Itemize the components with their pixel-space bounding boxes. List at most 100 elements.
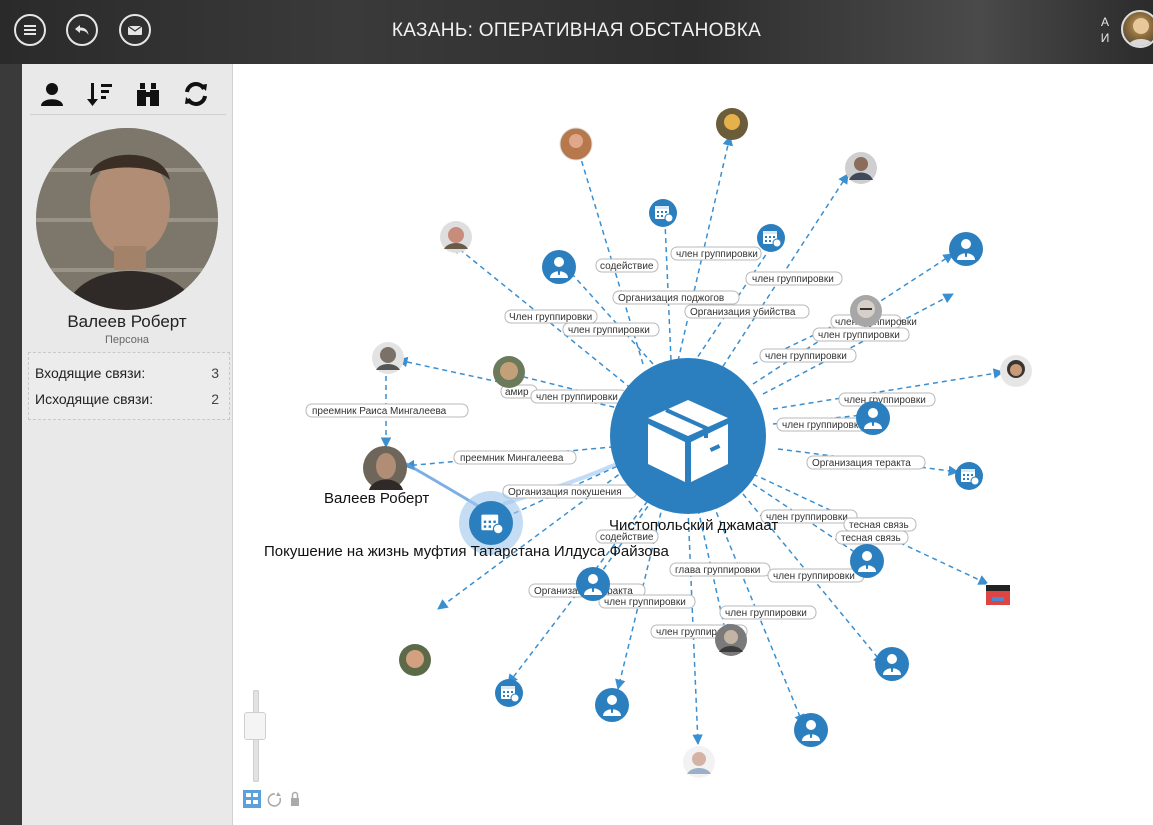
svg-text:Организация убийства: Организация убийства <box>690 306 796 318</box>
svg-text:член группировки: член группировки <box>844 395 926 406</box>
lock-icon[interactable] <box>291 791 299 807</box>
user-initials: А И <box>1098 14 1112 46</box>
svg-text:преемник Раиса Мингалеева: преемник Раиса Мингалеева <box>312 406 447 417</box>
sidebar-toolbar <box>30 76 226 115</box>
edge-label: член группировки <box>759 348 857 363</box>
calendar-event-icon[interactable] <box>648 198 678 228</box>
selected-person-node[interactable] <box>363 446 407 490</box>
graph-layout-icon[interactable] <box>243 790 261 808</box>
svg-text:глава группировки: глава группировки <box>675 565 760 576</box>
photo-node[interactable] <box>716 108 748 140</box>
outgoing-links-label: Исходящие связи: <box>35 391 154 407</box>
person-type: Персона <box>104 334 150 346</box>
edge-label: преемник Мингалеева <box>453 450 577 465</box>
person-node-icon[interactable] <box>856 401 890 435</box>
refresh-icon <box>185 82 207 106</box>
photo-node[interactable] <box>399 644 431 676</box>
details-sidebar: Валеев Роберт Персона Входящие связи: 3 … <box>22 64 233 825</box>
edge-label: Член группировки <box>504 309 598 324</box>
person-node-icon[interactable] <box>875 647 909 681</box>
svg-text:тесная связь: тесная связь <box>849 520 909 531</box>
edge-label: глава группировки <box>669 562 771 577</box>
photo-node[interactable] <box>982 579 1014 611</box>
edge-label: Организация покушения <box>502 484 638 499</box>
person-node-icon[interactable] <box>794 713 828 747</box>
photo-node[interactable] <box>845 152 877 184</box>
photo-node[interactable] <box>559 127 593 161</box>
edge-label: преемник Раиса Мингалеева <box>305 403 469 418</box>
binoculars-icon <box>137 83 159 106</box>
photo-node[interactable] <box>683 746 715 778</box>
selected-person-label: Валеев Роберт <box>324 490 429 507</box>
center-node-label: Чистопольский джамаат <box>609 517 778 534</box>
user-initial-second: И <box>1100 31 1110 45</box>
photo-node[interactable] <box>850 295 882 327</box>
person-node-icon[interactable] <box>949 232 983 266</box>
svg-text:член группировки: член группировки <box>818 330 900 341</box>
rotate-icon[interactable] <box>267 792 282 807</box>
calendar-event-icon[interactable] <box>494 678 524 708</box>
svg-text:Член группировки: Член группировки <box>509 312 592 323</box>
person-node-icon[interactable] <box>542 250 576 284</box>
binoculars-button[interactable] <box>134 80 162 108</box>
svg-text:Организация покушения: Организация покушения <box>508 487 622 498</box>
page-title: КАЗАНЬ: ОПЕРАТИВНАЯ ОБСТАНОВКА <box>391 20 762 41</box>
person-photo <box>36 128 218 310</box>
center-node[interactable] <box>610 358 766 514</box>
svg-text:член группировки: член группировки <box>765 351 847 362</box>
photo-node[interactable] <box>715 624 747 656</box>
photo-node[interactable] <box>440 221 472 253</box>
edge-label: член группировки <box>598 594 696 609</box>
person-node-icon[interactable] <box>595 688 629 722</box>
refresh-button[interactable] <box>182 80 210 108</box>
person-button[interactable] <box>38 80 66 108</box>
sort-button[interactable] <box>86 80 114 108</box>
photo-node[interactable] <box>493 356 525 388</box>
svg-text:член группировки: член группировки <box>782 420 864 431</box>
edge-label: Организация убийства <box>684 304 810 319</box>
incoming-links-label: Входящие связи: <box>35 365 146 381</box>
left-strip <box>0 64 22 825</box>
edge-label: тесная связь <box>843 517 917 532</box>
graph-controls <box>242 789 312 809</box>
edge-label: член группировки <box>670 246 762 261</box>
svg-text:амир: амир <box>505 387 529 398</box>
photo-node[interactable] <box>1000 355 1032 387</box>
edge-label: член группировки <box>562 322 660 337</box>
person-photo-image <box>36 128 218 310</box>
person-node-icon[interactable] <box>850 544 884 578</box>
outgoing-links-row: Исходящие связи: 2 <box>35 391 223 407</box>
edge-label: член группировки <box>838 392 936 407</box>
edge-label: член группировки <box>767 568 865 583</box>
svg-text:член группировки: член группировки <box>536 392 618 403</box>
svg-text:член группировки: член группировки <box>604 597 686 608</box>
edge-label: член группировки <box>530 389 628 404</box>
event-node-label: Покушение на жизнь муфтия Татарстана Илд… <box>264 543 669 560</box>
outgoing-links-value: 2 <box>211 391 219 407</box>
links-summary: Входящие связи: 3 Исходящие связи: 2 <box>28 352 230 420</box>
edge-label: член группировки <box>812 327 910 342</box>
user-avatar-image <box>1127 18 1153 46</box>
edge-label: член группировки <box>745 271 843 286</box>
link-graph[interactable]: содействие член группировки член группир… <box>233 64 1153 825</box>
user-avatar[interactable] <box>1121 10 1153 48</box>
calendar-event-icon[interactable] <box>756 223 786 253</box>
svg-text:член группировки: член группировки <box>725 608 807 619</box>
svg-text:член группировки: член группировки <box>752 274 834 285</box>
edge-label: Организация теракта <box>806 455 926 470</box>
user-initial-first: А <box>1100 15 1109 29</box>
person-node-icon[interactable] <box>576 567 610 601</box>
svg-text:преемник Мингалеева: преемник Мингалеева <box>460 453 564 464</box>
calendar-event-icon[interactable] <box>954 461 984 491</box>
zoom-slider-handle[interactable] <box>244 712 266 740</box>
edge-label: содействие <box>595 258 659 273</box>
svg-text:член группировки: член группировки <box>568 325 650 336</box>
svg-text:тесная связь: тесная связь <box>841 533 901 544</box>
sort-icon <box>87 83 112 106</box>
incoming-links-row: Входящие связи: 3 <box>35 365 223 381</box>
photo-node[interactable] <box>372 342 404 374</box>
edge-label: Организация поджогов <box>612 290 740 305</box>
edge-label: тесная связь <box>835 530 909 545</box>
incoming-links-value: 3 <box>211 365 219 381</box>
edge-label: член группировки <box>719 605 817 620</box>
